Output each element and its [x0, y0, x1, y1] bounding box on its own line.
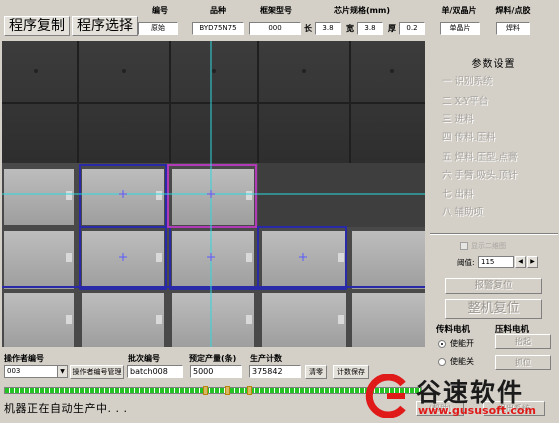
width-field[interactable]: 3.8: [357, 22, 383, 35]
progress-marker: [225, 386, 230, 395]
select-program-button[interactable]: 程序选择: [72, 16, 138, 36]
params-title: 参数设置: [471, 59, 516, 70]
brand-logo-icon: [365, 374, 406, 418]
progress-marker: [203, 386, 208, 395]
show-2d-label: 显示二维图: [471, 242, 506, 250]
camera-view[interactable]: [2, 41, 425, 347]
solder-field[interactable]: 焊料: [496, 22, 530, 35]
code-label: 编号: [152, 6, 168, 15]
variety-label: 品种: [210, 6, 226, 15]
status-message: 机器正在自动生产中. . .: [4, 402, 128, 415]
threshold-decrease[interactable]: ◀: [515, 256, 526, 268]
chip-type-label: 单/双晶片: [441, 6, 477, 15]
arrow-left-icon: ◀: [518, 258, 523, 265]
operator-value: 003: [7, 367, 21, 375]
motor-enable-off-radio[interactable]: [438, 358, 446, 366]
progress-marker: [247, 386, 252, 395]
param-solder-dispense[interactable]: 五 焊料.压型.点膏: [442, 149, 518, 163]
watermark: 谷速软件 www.gususoft.com: [362, 374, 559, 423]
motor-enable-on-radio[interactable]: [438, 340, 446, 348]
arrow-right-icon: ▶: [530, 258, 535, 265]
threshold-input[interactable]: 115: [478, 256, 514, 268]
length-field[interactable]: 3.8: [315, 22, 341, 35]
planned-input[interactable]: 5000: [190, 365, 242, 378]
param-recognition[interactable]: 一 识别系统: [442, 73, 493, 87]
threshold-label: 阈值:: [457, 258, 475, 267]
motor-enable-on-label: 使能开: [450, 339, 474, 348]
chevron-down-icon: ▼: [57, 366, 67, 377]
top-toolbar: 程序复制 程序选择 编号 原始 品种 BYD75N75 框架型号 000 芯片规…: [0, 0, 559, 40]
divider: [430, 233, 558, 235]
chip-spec-label: 芯片规格(mm): [334, 6, 390, 15]
length-label: 长: [304, 24, 312, 33]
variety-field[interactable]: BYD75N75: [192, 22, 244, 35]
planned-label: 预定产量(条): [189, 354, 237, 363]
frame-label: 框架型号: [260, 6, 292, 15]
param-auxiliary[interactable]: 八 辅助项: [442, 204, 483, 218]
operator-select[interactable]: 003 ▼: [4, 365, 68, 378]
thickness-field[interactable]: 0.2: [399, 22, 425, 35]
param-feed[interactable]: 三 进料: [442, 111, 474, 125]
frame-field[interactable]: 000: [249, 22, 301, 35]
machine-reset-button[interactable]: 整机复位: [445, 299, 542, 319]
watermark-url: www.gususoft.com: [418, 404, 536, 417]
width-label: 宽: [346, 24, 354, 33]
param-xy-table[interactable]: 二 X-Y平台: [442, 93, 488, 107]
thickness-label: 厚: [388, 24, 396, 33]
count-display: 375842: [249, 365, 301, 378]
transfer-motor-label: 传料电机: [436, 325, 471, 335]
motor-enable-off-label: 使能关: [450, 357, 474, 366]
operator-manage-button[interactable]: 操作者编号管理: [70, 365, 124, 379]
production-progress-bar: [4, 387, 422, 394]
parameter-panel: 参数设置 一 识别系统 二 X-Y平台 三 进料 四 传料.压料 五 焊料.压型…: [416, 41, 559, 423]
threshold-increase[interactable]: ▶: [527, 256, 538, 268]
press-lift-button[interactable]: 抬起: [495, 334, 551, 349]
show-2d-checkbox[interactable]: [460, 242, 468, 250]
solder-label: 焊料/点胶: [495, 6, 531, 15]
param-arm-nozzle[interactable]: 六 手臂.吸头.顶针: [442, 167, 518, 181]
count-label: 生产计数: [250, 354, 282, 363]
param-transfer-press[interactable]: 四 传料.压料: [442, 129, 496, 143]
progress-fill: [5, 388, 421, 393]
operator-label: 操作者编号: [4, 354, 44, 363]
batch-input[interactable]: batch008: [127, 365, 183, 378]
batch-label: 批次编号: [128, 354, 160, 363]
code-field[interactable]: 原始: [138, 22, 178, 35]
chip-type-field[interactable]: 单晶片: [440, 22, 480, 35]
press-grab-button[interactable]: 抓位: [495, 355, 551, 370]
alarm-reset-button[interactable]: 报警复位: [445, 278, 542, 294]
copy-program-button[interactable]: 程序复制: [4, 16, 70, 36]
param-output[interactable]: 七 出料: [442, 186, 474, 200]
clear-count-button[interactable]: 清零: [305, 365, 327, 379]
camera-image: [2, 41, 425, 347]
